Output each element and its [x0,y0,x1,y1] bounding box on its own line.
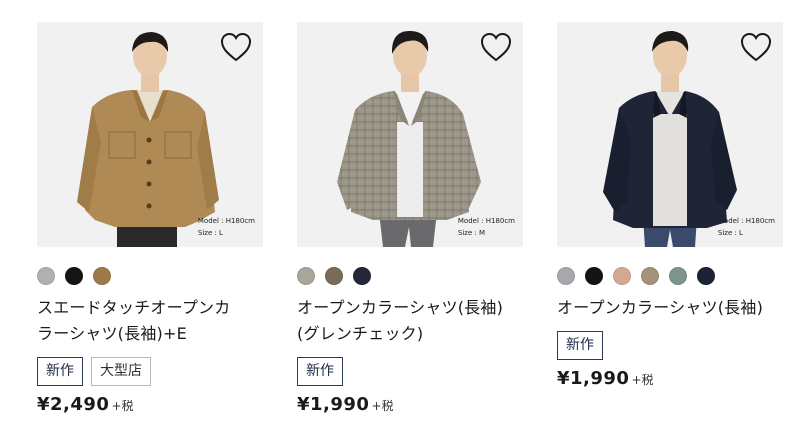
color-swatch[interactable] [557,267,575,285]
model-info: Model : H180cm Size : L [718,215,775,239]
product-name-line: スエードタッチオープンカ [37,298,231,317]
product-name-line: オープンカラーシャツ(長袖) [557,298,764,317]
product-name[interactable]: オープンカラーシャツ(長袖) [557,295,783,321]
product-name-line: オープンカラーシャツ(長袖) [297,298,504,317]
product-image[interactable]: Model : H180cm Size : M [297,22,523,247]
product-card[interactable]: Model : H180cm Size : M オープンカラーシャツ(長袖) (… [297,22,523,415]
model-info: Model : H180cm Size : L [198,215,255,239]
favorite-button[interactable] [739,31,773,63]
tag-large-store: 大型店 [91,357,151,386]
price: ¥1,990 +税 [297,394,523,415]
product-image[interactable]: Model : H180cm Size : L [37,22,263,247]
color-swatch[interactable] [325,267,343,285]
model-height: Model : H180cm [717,217,775,225]
model-size: Size : L [197,229,223,237]
color-swatch[interactable] [641,267,659,285]
color-swatch[interactable] [297,267,315,285]
tag-new: 新作 [557,331,603,360]
product-name[interactable]: スエードタッチオープンカ ラーシャツ(長袖)+E [37,295,263,347]
color-swatch[interactable] [37,267,55,285]
color-swatch[interactable] [93,267,111,285]
product-image[interactable]: Model : H180cm Size : L [557,22,783,247]
product-name-line: ラーシャツ(長袖)+E [37,324,187,343]
tag-new: 新作 [37,357,83,386]
price-amount: ¥2,490 [37,394,110,415]
price-amount: ¥1,990 [297,394,370,415]
color-swatch[interactable] [585,267,603,285]
tag-new: 新作 [297,357,343,386]
color-swatch[interactable] [353,267,371,285]
product-card[interactable]: Model : H180cm Size : L スエードタッチオープンカ ラーシ… [37,22,263,415]
color-swatch[interactable] [613,267,631,285]
color-swatches [37,267,263,285]
heart-outline-icon[interactable] [479,31,513,63]
favorite-button[interactable] [479,31,513,63]
product-card[interactable]: Model : H180cm Size : L オープンカラーシャツ(長袖) 新… [557,22,783,389]
price-tax: +税 [111,399,134,413]
heart-outline-icon[interactable] [219,31,253,63]
color-swatch[interactable] [65,267,83,285]
color-swatch[interactable] [669,267,687,285]
price-tax: +税 [631,373,654,387]
price-tax: +税 [371,399,394,413]
tag-list: 新作 大型店 [37,357,263,386]
model-height: Model : H180cm [457,217,515,225]
color-swatch[interactable] [697,267,715,285]
color-swatches [297,267,523,285]
model-height: Model : H180cm [197,217,255,225]
model-size: Size : L [717,229,743,237]
favorite-button[interactable] [219,31,253,63]
color-swatches [557,267,783,285]
price: ¥2,490 +税 [37,394,263,415]
product-name[interactable]: オープンカラーシャツ(長袖) (グレンチェック) [297,295,523,347]
model-info: Model : H180cm Size : M [458,215,515,239]
heart-outline-icon[interactable] [739,31,773,63]
tag-list: 新作 [557,331,783,360]
price-amount: ¥1,990 [557,368,630,389]
tag-list: 新作 [297,357,523,386]
product-name-line: (グレンチェック) [297,324,424,343]
model-size: Size : M [457,229,486,237]
price: ¥1,990 +税 [557,368,783,389]
